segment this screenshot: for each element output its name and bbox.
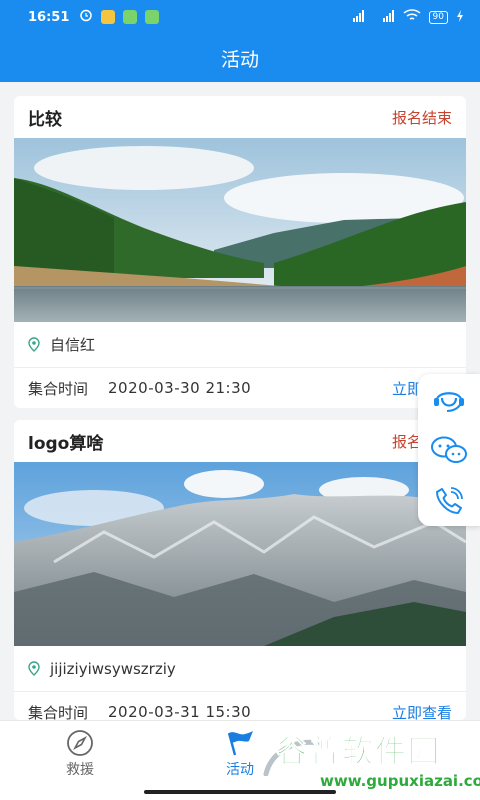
activity-photo [14,138,466,322]
location-row: jijiziyiwsywszrziy [14,646,466,692]
meeting-time-row: 集合时间 2020-03-30 21:30 立即查看 [14,368,466,408]
watermark-url: www.gupuxiazai.com [320,772,480,790]
floating-contact-bar [418,374,480,526]
home-indicator [144,790,336,794]
wifi-icon [403,9,421,25]
signal-icon-2 [373,9,395,25]
wechat-icon [431,436,467,463]
alarm-icon [79,8,93,26]
notification-icon [101,10,116,24]
tab-activity[interactable]: 活动 [210,729,270,779]
phone-button[interactable] [429,481,469,521]
charging-icon [456,9,464,25]
location-text: jijiziyiwsywszrziy [50,659,176,678]
location-pin-icon [28,337,40,352]
meeting-time-value: 2020-03-30 21:30 [108,379,252,397]
view-now-link[interactable]: 立即查看 [392,702,452,721]
app-notification-icon-2 [145,10,160,24]
location-row: 自信红 [14,322,466,368]
registration-status: 报名结束 [391,108,452,127]
status-bar: 16:51 90 [0,0,480,34]
customer-service-icon [434,392,464,413]
activity-card[interactable]: logo算啥 报名结束 jijiziyiwsywszrziy 集合时间 2020… [14,420,466,720]
app-notification-icon [123,10,138,24]
card-header: 比较 报名结束 [14,96,466,138]
battery-icon: 90 [428,10,448,24]
tab-label: 活动 [226,762,254,778]
wechat-button[interactable] [429,430,469,470]
card-header: logo算啥 报名结束 [14,420,466,462]
flag-icon [225,729,255,757]
meeting-time-label: 集合时间 [28,703,89,721]
signal-icon [343,9,365,25]
location-pin-icon [28,661,40,676]
location-text: 自信红 [50,336,96,354]
activity-title: logo算啥 [28,433,104,454]
tab-label: 救援 [66,762,94,778]
watermark: 谷普软件园 www.gupuxiazai.com [262,726,480,796]
activity-card[interactable]: 比较 报名结束 自信红 集合时间 2020-03-30 21:30 立即查看 [14,96,466,408]
page-title: 活动 [220,48,259,71]
watermark-title: 谷普软件园 [276,734,441,771]
phone-icon [436,486,463,514]
status-time: 16:51 [28,9,70,25]
activity-photo [14,462,466,646]
meeting-time-label: 集合时间 [28,379,89,398]
activity-title: 比较 [28,109,62,130]
meeting-time-value: 2020-03-31 15:30 [108,703,252,720]
customer-service-button[interactable] [429,379,469,419]
top-nav: 活动 [0,34,480,82]
meeting-time-row: 集合时间 2020-03-31 15:30 立即查看 [14,692,466,720]
compass-icon [65,729,95,757]
tab-rescue[interactable]: 救援 [50,729,110,779]
